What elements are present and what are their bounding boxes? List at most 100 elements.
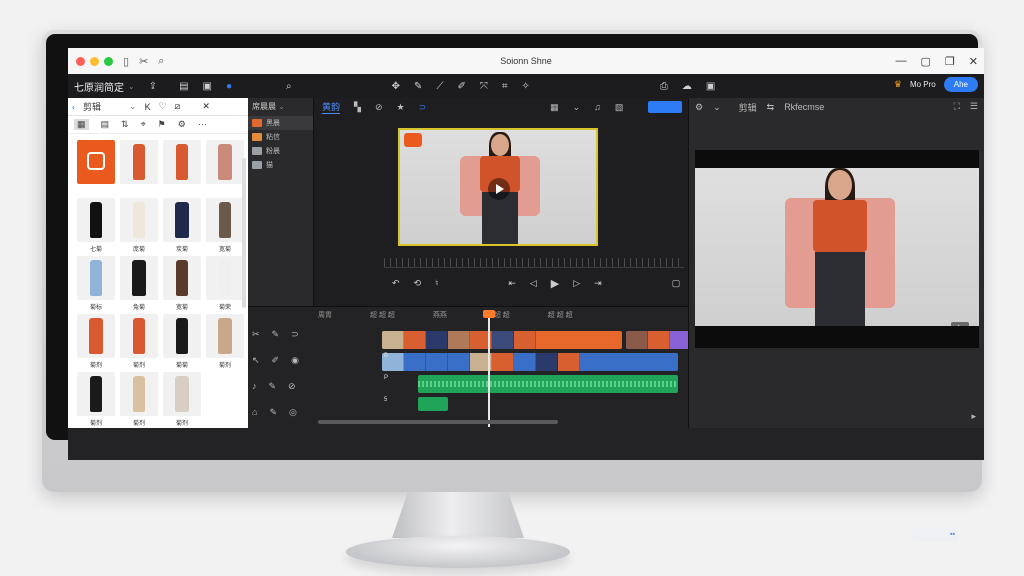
prev-frame-icon[interactable]: ◁	[530, 278, 537, 289]
play-button-icon[interactable]: ▶	[551, 277, 559, 290]
fullscreen-icon[interactable]: ▢	[672, 278, 681, 289]
document-icon[interactable]: ▯	[123, 55, 129, 68]
project-name[interactable]: 七原润简定	[74, 79, 124, 94]
timeline-ruler[interactable]: 周胃超 超 超燕燕超 超 超超 超 超	[248, 307, 688, 323]
viewer-action-button[interactable]	[648, 101, 682, 113]
chevron-down-icon[interactable]: ⌄	[128, 82, 135, 91]
restore-icon[interactable]: ❐	[945, 55, 955, 68]
media-item[interactable]: 菊剂	[206, 314, 244, 372]
media-item[interactable]	[206, 140, 244, 198]
settings-icon[interactable]: ⚙	[178, 119, 186, 130]
video-clip-3[interactable]	[382, 353, 678, 371]
brush-icon[interactable]: ✐	[457, 81, 465, 92]
chevron-down-icon[interactable]: ⌄	[713, 102, 721, 113]
star-icon[interactable]: ★	[396, 102, 404, 113]
forward-icon[interactable]: ▸	[971, 411, 976, 422]
record-icon[interactable]: ●	[226, 81, 232, 92]
viewer-tab[interactable]: 黄韵	[322, 100, 341, 114]
scissors-icon[interactable]: ✂	[139, 55, 148, 68]
media-tab-label[interactable]: 剪辑	[83, 100, 101, 113]
pen-tool-icon[interactable]: ✎	[414, 81, 422, 92]
list-view-icon[interactable]: ▤	[101, 119, 110, 130]
viewer-scrubber[interactable]	[384, 258, 684, 268]
media-thumbnail[interactable]	[206, 140, 244, 184]
sort-icon[interactable]: ⇅	[121, 119, 129, 130]
media-thumbnail[interactable]	[77, 256, 115, 300]
media-item[interactable]: 菊剂	[163, 372, 201, 430]
media-item[interactable]: 菊剂	[120, 314, 158, 372]
search-icon[interactable]: ⌕	[158, 55, 164, 68]
back-icon[interactable]: ‹	[72, 102, 75, 112]
browser-item[interactable]: 粉晨	[248, 144, 313, 158]
media-thumbnail[interactable]	[120, 198, 158, 242]
program-label[interactable]: 剪辑	[739, 101, 757, 114]
media-thumbnail[interactable]	[120, 372, 158, 416]
media-thumbnail[interactable]	[163, 314, 201, 358]
media-thumbnail[interactable]	[206, 256, 244, 300]
audio-icon[interactable]: ♪	[252, 381, 257, 397]
audio-icon[interactable]: ♫	[594, 102, 601, 112]
mute-icon[interactable]: ⊘	[288, 381, 296, 397]
media-item[interactable]: 菊荣	[206, 256, 244, 314]
step-back-icon[interactable]: ⇤	[508, 278, 516, 289]
share-icon[interactable]: ⎙	[660, 81, 668, 92]
effects-icon[interactable]: ✧	[521, 81, 529, 92]
pencil-icon[interactable]: ✎	[269, 381, 277, 397]
link-icon[interactable]: ⊃	[291, 329, 299, 345]
pro-button[interactable]: Ahe	[943, 77, 978, 92]
fullscreen-icon[interactable]: ⛶	[954, 101, 960, 112]
target-icon[interactable]: ◉	[291, 355, 299, 371]
import-icon[interactable]: ⇪	[149, 81, 157, 92]
comment-icon[interactable]: ☁	[682, 81, 692, 92]
media-item[interactable]: 庞菊	[120, 198, 158, 256]
arrow-icon[interactable]: ↖	[252, 355, 260, 371]
minimize-dot[interactable]	[90, 56, 99, 66]
close-panel-icon[interactable]: ✕	[202, 101, 210, 112]
audio-clip-1[interactable]	[418, 375, 678, 393]
video-clip-1[interactable]	[382, 331, 622, 349]
media-item[interactable]: 菊标	[77, 256, 115, 314]
maximize-icon[interactable]: ▢	[921, 55, 931, 68]
solo-icon[interactable]: ◎	[289, 407, 297, 423]
media-item[interactable]: 菊剂	[77, 372, 115, 430]
grid-icon[interactable]: ▧	[615, 102, 624, 113]
play-icon[interactable]	[488, 178, 510, 200]
blade-tool-icon[interactable]: ⟋	[436, 81, 443, 92]
flag-icon[interactable]: ⚑	[158, 119, 166, 130]
media-thumbnail[interactable]	[163, 372, 201, 416]
lock-icon[interactable]: ⌂	[252, 407, 257, 423]
media-thumbnail[interactable]	[77, 372, 115, 416]
next-frame-icon[interactable]: ▷	[573, 278, 580, 289]
sync-icon[interactable]: ⇆	[767, 102, 775, 113]
media-thumbnail[interactable]	[206, 198, 244, 242]
media-item[interactable]: 菊剂	[120, 372, 158, 430]
layers-icon[interactable]: ▚	[354, 102, 361, 113]
audio-clip-2[interactable]	[418, 397, 448, 411]
magnifier-icon[interactable]: ⌕	[286, 81, 292, 92]
close-dot[interactable]	[76, 56, 85, 66]
media-thumbnail[interactable]	[77, 314, 115, 358]
media-item[interactable]: 兔菊	[120, 256, 158, 314]
timeline-scrollbar[interactable]	[318, 420, 558, 424]
source-frame[interactable]	[398, 128, 598, 246]
select-tool-icon[interactable]: ✥	[392, 81, 400, 92]
media-thumbnail[interactable]	[163, 256, 201, 300]
media-item[interactable]	[163, 140, 201, 198]
settings-icon[interactable]: ⚙	[695, 102, 703, 113]
loop-icon[interactable]: ⟲	[414, 278, 422, 289]
crop-icon[interactable]: ⌗	[502, 81, 508, 92]
play-icon[interactable]	[951, 322, 969, 326]
browser-item[interactable]: 黑晨	[248, 116, 313, 130]
scissors-icon[interactable]: ✂	[252, 329, 260, 345]
browser-item[interactable]: 粘信	[248, 130, 313, 144]
media-item[interactable]: 菊菊	[163, 314, 201, 372]
media-item[interactable]: 菊剂	[77, 314, 115, 372]
pencil-icon[interactable]: ✎	[269, 407, 277, 423]
link-icon[interactable]: ⊃	[419, 102, 427, 113]
media-item[interactable]: 七菊	[77, 198, 115, 256]
media-thumbnail[interactable]	[120, 256, 158, 300]
program-monitor[interactable]	[695, 150, 979, 348]
tag-icon[interactable]: ⌖	[141, 119, 146, 130]
media-thumbnail[interactable]	[163, 140, 201, 184]
media-thumbnail[interactable]	[120, 314, 158, 358]
